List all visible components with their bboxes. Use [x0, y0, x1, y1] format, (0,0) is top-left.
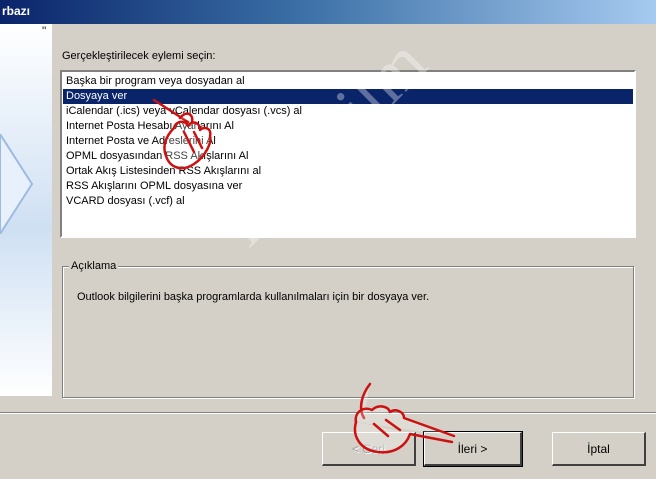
quote-mark: " [42, 24, 47, 38]
cancel-button[interactable]: İptal [552, 432, 646, 466]
action-item[interactable]: RSS Akışlarını OPML dosyasına ver [63, 179, 633, 194]
description-legend: Açıklama [69, 260, 119, 272]
prompt-label: Gerçekleştirilecek eylemi seçin: [62, 50, 216, 62]
description-text: Outlook bilgilerini başka programlarda k… [77, 291, 430, 303]
action-item-selected[interactable]: Dosyaya ver [63, 89, 633, 104]
wizard-arrow-graphic [0, 134, 34, 234]
window-title: rbazı [2, 4, 31, 18]
action-item[interactable]: VCARD dosyası (.vcf) al [63, 194, 633, 209]
back-button[interactable]: < Geri [322, 432, 416, 466]
action-list[interactable]: Başka bir program veya dosyadan al Dosya… [60, 70, 636, 238]
action-item[interactable]: Başka bir program veya dosyadan al [63, 74, 633, 89]
action-item[interactable]: iCalendar (.ics) veya vCalendar dosyası … [63, 104, 633, 119]
next-button[interactable]: İleri > [423, 431, 523, 467]
wizard-side-panel [0, 24, 52, 396]
description-group: Açıklama Outlook bilgilerini başka progr… [62, 260, 634, 398]
action-item[interactable]: Internet Posta Hesabı Ayarlarını Al [63, 119, 633, 134]
button-divider [0, 412, 656, 414]
title-bar: rbazı [0, 0, 656, 24]
action-item[interactable]: Ortak Akış Listesinden RSS Akışlarını al [63, 164, 633, 179]
action-item[interactable]: OPML dosyasından RSS Akışlarını Al [63, 149, 633, 164]
action-item[interactable]: Internet Posta ve Adreslerini Al [63, 134, 633, 149]
